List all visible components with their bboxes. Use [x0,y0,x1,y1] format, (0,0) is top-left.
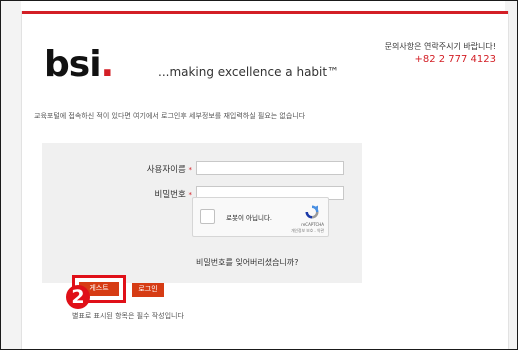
step-number-badge: 2 [66,285,90,309]
required-fields-note: 별표로 표시된 항목은 필수 작성입니다 [72,312,184,320]
bsi-logo: bsi. [44,44,114,85]
contact-question: 문의사항은 연락주시기 바랍니다! [384,42,496,51]
contact-phone[interactable]: +82 2 777 4123 [385,54,496,65]
recaptcha-links[interactable]: 개인정보 보호 - 약관 [291,228,324,234]
username-row: 사용자이름 * [42,161,362,177]
recaptcha-brand: reCAPTCHA [301,222,324,227]
recaptcha-icon [305,205,319,219]
required-mark: * [188,166,193,174]
login-form-panel: 사용자이름 * 비밀번호 * 로봇이 아닙니다. reCAPTCHA 개인정보 … [42,143,362,283]
contact-box: 문의사항은 연락주시기 바랍니다! +82 2 777 4123 [385,41,496,65]
brand-tagline: ...making excellence a habit™ [158,65,340,79]
password-label: 비밀번호 * [154,190,192,200]
recaptcha-checkbox[interactable] [200,209,215,224]
username-label: 사용자이름 * [146,165,193,175]
window-frame: bsi. ...making excellence a habit™ 문의사항은… [0,0,518,350]
recaptcha-label: 로봇이 아닙니다. [226,214,272,222]
forgot-password-link[interactable]: 비밀번호를 잊어버리셨습니까? [196,257,298,268]
left-gutter [1,1,21,349]
recaptcha-widget: 로봇이 아닙니다. reCAPTCHA 개인정보 보호 - 약관 [192,197,329,237]
login-card: bsi. ...making excellence a habit™ 문의사항은… [21,11,509,349]
login-button[interactable]: 로그인 [132,283,164,297]
username-input[interactable] [196,161,344,175]
brand-accent-bar [22,11,508,14]
login-notice: 교육포털에 접속하신 적이 있다면 여기에서 로그인후 세부정보를 재입력하실 … [34,112,306,120]
